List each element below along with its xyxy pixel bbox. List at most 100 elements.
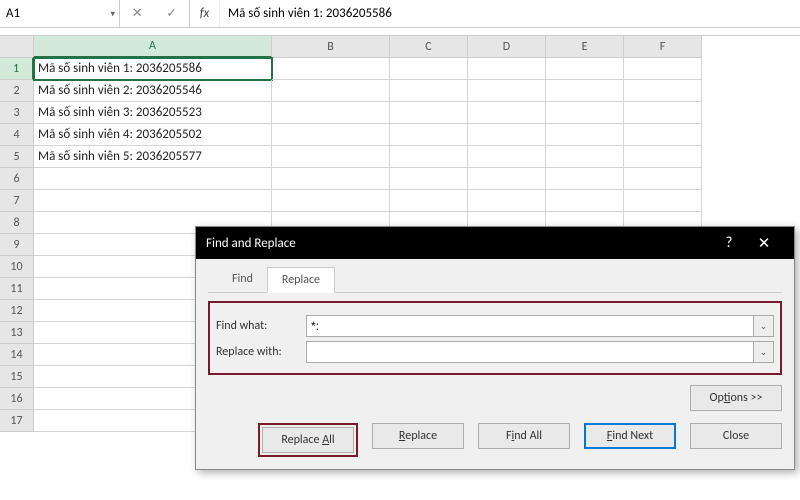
column-headers: ABCDEF	[0, 36, 800, 58]
options-button[interactable]: Options >>	[690, 385, 782, 411]
dialog-tabs: Find Replace	[208, 267, 782, 293]
cell-E7[interactable]	[546, 190, 624, 212]
cell-F3[interactable]	[624, 102, 702, 124]
cell-B2[interactable]	[272, 80, 390, 102]
col-header-B[interactable]: B	[272, 36, 390, 58]
cell-D7[interactable]	[468, 190, 546, 212]
replace-with-input[interactable]	[306, 341, 754, 363]
cell-A4[interactable]: Mã số sinh viên 4: 2036205502	[34, 124, 272, 146]
formula-bar: A1 ▾ ✕ ✓ fx Mã số sinh viên 1: 203620558…	[0, 0, 800, 28]
cell-A2[interactable]: Mã số sinh viên 2: 2036205546	[34, 80, 272, 102]
name-box[interactable]: A1 ▾	[0, 0, 120, 27]
close-button[interactable]: Close	[690, 423, 782, 449]
row-header-9[interactable]: 9	[0, 234, 34, 256]
cell-D5[interactable]	[468, 146, 546, 168]
row-header-6[interactable]: 6	[0, 168, 34, 190]
col-header-E[interactable]: E	[546, 36, 624, 58]
cell-A6[interactable]	[34, 168, 272, 190]
cell-C2[interactable]	[390, 80, 468, 102]
find-what-dropdown-icon[interactable]: ⌄	[754, 315, 774, 337]
cell-D6[interactable]	[468, 168, 546, 190]
tab-replace[interactable]: Replace	[267, 267, 335, 293]
cell-C5[interactable]	[390, 146, 468, 168]
find-replace-fields: Find what: ⌄ Replace with: ⌄	[208, 301, 782, 375]
cell-E5[interactable]	[546, 146, 624, 168]
cell-E6[interactable]	[546, 168, 624, 190]
replace-with-label: Replace with:	[216, 345, 306, 359]
find-next-button[interactable]: Find Next	[584, 423, 676, 449]
row-header-8[interactable]: 8	[0, 212, 34, 234]
cell-F7[interactable]	[624, 190, 702, 212]
cell-A3[interactable]: Mã số sinh viên 3: 2036205523	[34, 102, 272, 124]
cell-C6[interactable]	[390, 168, 468, 190]
formula-bar-buttons: ✕ ✓	[120, 0, 190, 27]
row-header-5[interactable]: 5	[0, 146, 34, 168]
cell-D3[interactable]	[468, 102, 546, 124]
replace-button[interactable]: Replace	[372, 423, 464, 449]
col-header-F[interactable]: F	[624, 36, 702, 58]
row-header-14[interactable]: 14	[0, 344, 34, 366]
cell-C7[interactable]	[390, 190, 468, 212]
confirm-icon[interactable]: ✓	[166, 6, 177, 21]
row-header-4[interactable]: 4	[0, 124, 34, 146]
cell-C3[interactable]	[390, 102, 468, 124]
col-header-D[interactable]: D	[468, 36, 546, 58]
replace-all-highlight: Replace All	[258, 423, 358, 457]
cell-A5[interactable]: Mã số sinh viên 5: 2036205577	[34, 146, 272, 168]
find-all-button[interactable]: Find All	[478, 423, 570, 449]
cancel-icon[interactable]: ✕	[132, 6, 143, 21]
cell-B7[interactable]	[272, 190, 390, 212]
name-box-dropdown-icon[interactable]: ▾	[110, 8, 115, 19]
row-header-17[interactable]: 17	[0, 410, 34, 432]
name-box-value: A1	[6, 6, 20, 21]
cell-F2[interactable]	[624, 80, 702, 102]
cell-E3[interactable]	[546, 102, 624, 124]
row-header-12[interactable]: 12	[0, 300, 34, 322]
row-header-3[interactable]: 3	[0, 102, 34, 124]
dialog-title: Find and Replace	[206, 236, 296, 251]
col-header-C[interactable]: C	[390, 36, 468, 58]
row-header-7[interactable]: 7	[0, 190, 34, 212]
cell-E1[interactable]	[546, 58, 624, 80]
replace-with-dropdown-icon[interactable]: ⌄	[754, 341, 774, 363]
row-header-10[interactable]: 10	[0, 256, 34, 278]
cell-A7[interactable]	[34, 190, 272, 212]
cell-F6[interactable]	[624, 168, 702, 190]
row-header-16[interactable]: 16	[0, 388, 34, 410]
row-header-13[interactable]: 13	[0, 322, 34, 344]
cell-B6[interactable]	[272, 168, 390, 190]
col-header-A[interactable]: A	[34, 36, 272, 58]
row-header-11[interactable]: 11	[0, 278, 34, 300]
row-header-15[interactable]: 15	[0, 366, 34, 388]
tab-find[interactable]: Find	[218, 267, 267, 292]
cell-C1[interactable]	[390, 58, 468, 80]
replace-all-button[interactable]: Replace All	[262, 427, 354, 453]
cell-F4[interactable]	[624, 124, 702, 146]
cell-E2[interactable]	[546, 80, 624, 102]
find-what-input[interactable]	[306, 315, 754, 337]
cell-E4[interactable]	[546, 124, 624, 146]
cell-D4[interactable]	[468, 124, 546, 146]
fx-icon[interactable]: fx	[190, 0, 220, 27]
cell-F5[interactable]	[624, 146, 702, 168]
close-icon[interactable]: ✕	[744, 234, 784, 253]
formula-input[interactable]: Mã số sinh viên 1: 2036205586	[220, 0, 800, 27]
cell-B1[interactable]	[272, 58, 390, 80]
row-header-1[interactable]: 1	[0, 58, 34, 80]
row-headers: 1234567891011121314151617	[0, 58, 34, 432]
cell-B4[interactable]	[272, 124, 390, 146]
cell-D1[interactable]	[468, 58, 546, 80]
find-what-label: Find what:	[216, 319, 306, 333]
dialog-titlebar[interactable]: Find and Replace ? ✕	[196, 227, 794, 259]
cell-D2[interactable]	[468, 80, 546, 102]
formula-value: Mã số sinh viên 1: 2036205586	[228, 6, 392, 21]
row-header-2[interactable]: 2	[0, 80, 34, 102]
cell-C4[interactable]	[390, 124, 468, 146]
cell-B3[interactable]	[272, 102, 390, 124]
find-replace-dialog: Find and Replace ? ✕ Find Replace Find w…	[195, 226, 795, 470]
select-all-corner[interactable]	[0, 36, 34, 58]
help-icon[interactable]: ?	[714, 234, 744, 252]
cell-B5[interactable]	[272, 146, 390, 168]
cell-A1[interactable]: Mã số sinh viên 1: 2036205586	[34, 58, 272, 80]
cell-F1[interactable]	[624, 58, 702, 80]
